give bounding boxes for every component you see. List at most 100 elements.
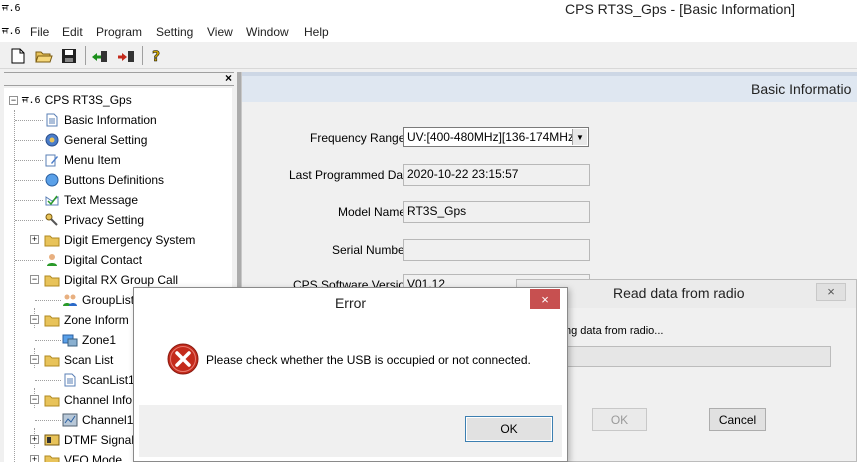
folder-icon	[44, 272, 60, 288]
open-folder-icon[interactable]	[34, 46, 54, 66]
read-from-radio-icon[interactable]	[90, 46, 110, 66]
frequency-range-select[interactable]: UV:[400-480MHz][136-174MHz] ▼	[403, 127, 589, 147]
tree-item-channel1[interactable]: Channel1	[62, 410, 133, 430]
tree-connector	[15, 220, 43, 221]
tree-item-zone1[interactable]: Zone1	[62, 330, 116, 350]
read-data-cancel-button[interactable]: Cancel	[709, 408, 766, 431]
read-data-close-button[interactable]: ×	[816, 283, 846, 301]
tree-item-label: Scan List	[64, 353, 114, 367]
error-ok-button[interactable]: OK	[465, 416, 553, 442]
menu-view[interactable]: View	[207, 25, 233, 39]
root-icon: ਜ.6	[22, 94, 41, 106]
key-icon	[44, 212, 60, 228]
tree-item-label: Buttons Definitions	[64, 173, 165, 187]
tree-expander[interactable]: −	[30, 355, 39, 364]
tree-root[interactable]: ਜ.6 CPS RT3S_Gps	[22, 90, 132, 110]
tree-item-label: Zone1	[82, 333, 117, 347]
menu-program[interactable]: Program	[96, 25, 142, 39]
read-data-message: ng data from radio...	[565, 325, 664, 337]
tree-item-label: DTMF Signal	[64, 433, 135, 447]
tree-item-label: Digital Contact	[64, 253, 143, 267]
tree-close-button[interactable]: ×	[225, 71, 232, 85]
write-to-radio-icon[interactable]	[116, 46, 136, 66]
new-file-icon[interactable]	[8, 46, 28, 66]
tree-item-text-message[interactable]: Text Message	[44, 190, 138, 210]
model-name-field[interactable]: RT3S_Gps	[403, 201, 590, 223]
tree-item-dtmf-signal[interactable]: DTMF Signal	[44, 430, 134, 450]
serial-number-field[interactable]	[403, 239, 590, 261]
tree-item-label: Basic Information	[64, 113, 157, 127]
edit-icon	[44, 152, 60, 168]
menu-setting[interactable]: Setting	[156, 25, 193, 39]
tree-item-privacy-setting[interactable]: Privacy Setting	[44, 210, 144, 230]
frequency-range-value: UV:[400-480MHz][136-174MHz]	[407, 130, 578, 144]
tree-item-channel-information[interactable]: Channel Info	[44, 390, 132, 410]
mdi-app-icon[interactable]: ਜ.6	[2, 26, 21, 37]
basic-information-titlebar[interactable]: Basic Informatio	[242, 72, 857, 102]
error-dialog-title: Error	[334, 295, 367, 311]
basic-information-title: Basic Informatio	[751, 81, 852, 97]
menu-help[interactable]: Help	[304, 25, 329, 39]
tree-item-menu-item[interactable]: Menu Item	[44, 150, 121, 170]
folder-icon	[44, 312, 60, 328]
folder-icon	[44, 392, 60, 408]
tree-expander[interactable]: −	[9, 96, 18, 105]
tree-expander[interactable]: +	[30, 455, 39, 462]
gear-icon	[44, 132, 60, 148]
tree-item-scan-list[interactable]: Scan List	[44, 350, 113, 370]
tree-item-zone-information[interactable]: Zone Inform	[44, 310, 129, 330]
read-data-progress-bar	[565, 346, 831, 367]
tree-expander[interactable]: +	[30, 235, 39, 244]
tree-expander[interactable]: −	[30, 395, 39, 404]
tree-item-basic-information[interactable]: Basic Information	[44, 110, 157, 130]
tree-item-label: Channel1	[82, 413, 134, 427]
tree-item-label: Digital RX Group Call	[64, 273, 179, 287]
folder-icon	[44, 352, 60, 368]
menu-bar: ਜ.6 File Edit Program Setting View Windo…	[0, 22, 857, 42]
svg-text:?: ?	[152, 49, 160, 64]
tree-item-label: VFO Mode	[64, 453, 123, 462]
document-icon	[44, 112, 60, 128]
chevron-down-icon[interactable]: ▼	[572, 129, 587, 145]
frequency-range-label: Frequency Range	[310, 131, 406, 145]
tree-item-grouplist[interactable]: GroupList	[62, 290, 134, 310]
folder-icon	[44, 232, 60, 248]
tree-item-label: Digit Emergency System	[64, 233, 196, 247]
tree-item-scanlist1[interactable]: ScanList1	[62, 370, 135, 390]
tree-item-vfo-mode[interactable]: VFO Mode	[44, 450, 122, 462]
tree-item-digit-emergency-system[interactable]: Digit Emergency System	[44, 230, 195, 250]
tree-expander[interactable]: −	[30, 275, 39, 284]
tree-item-digital-contact[interactable]: Digital Contact	[44, 250, 142, 270]
tree-connector	[15, 160, 43, 161]
toolbar-separator	[85, 46, 86, 65]
tree-expander[interactable]: +	[30, 435, 39, 444]
serial-number-label: Serial Number	[332, 243, 409, 257]
tree-connector	[35, 380, 61, 381]
tree-expander[interactable]: −	[30, 315, 39, 324]
tree-connector	[15, 140, 43, 141]
circle-button-icon	[44, 172, 60, 188]
menu-file[interactable]: File	[30, 25, 49, 39]
last-programmed-date-field[interactable]: 2020-10-22 23:15:57	[403, 164, 590, 186]
tree-item-label: Menu Item	[64, 153, 121, 167]
error-dialog: Error × Please check whether the USB is …	[133, 287, 568, 462]
tree-item-buttons-definitions[interactable]: Buttons Definitions	[44, 170, 164, 190]
tree-connector	[35, 420, 61, 421]
title-bar: ਜ.6 CPS RT3S_Gps - [Basic Information]	[0, 0, 857, 22]
tree-item-general-setting[interactable]: General Setting	[44, 130, 147, 150]
tree-connector	[35, 300, 61, 301]
error-dialog-titlebar[interactable]: Error ×	[134, 288, 567, 318]
tree-item-label: Zone Inform	[64, 313, 129, 327]
menu-edit[interactable]: Edit	[62, 25, 83, 39]
help-icon[interactable]: ?	[147, 46, 167, 66]
tree-item-label: General Setting	[64, 133, 148, 147]
folder-icon	[44, 452, 60, 462]
save-icon[interactable]	[59, 46, 79, 66]
tree-item-label: Channel Info	[64, 393, 133, 407]
read-data-ok-button[interactable]: OK	[592, 408, 647, 431]
error-dialog-close-button[interactable]: ×	[530, 289, 560, 309]
zone-icon	[62, 332, 78, 348]
window-title: CPS RT3S_Gps - [Basic Information]	[565, 1, 796, 17]
menu-window[interactable]: Window	[246, 25, 289, 39]
tree-connector	[15, 260, 43, 261]
